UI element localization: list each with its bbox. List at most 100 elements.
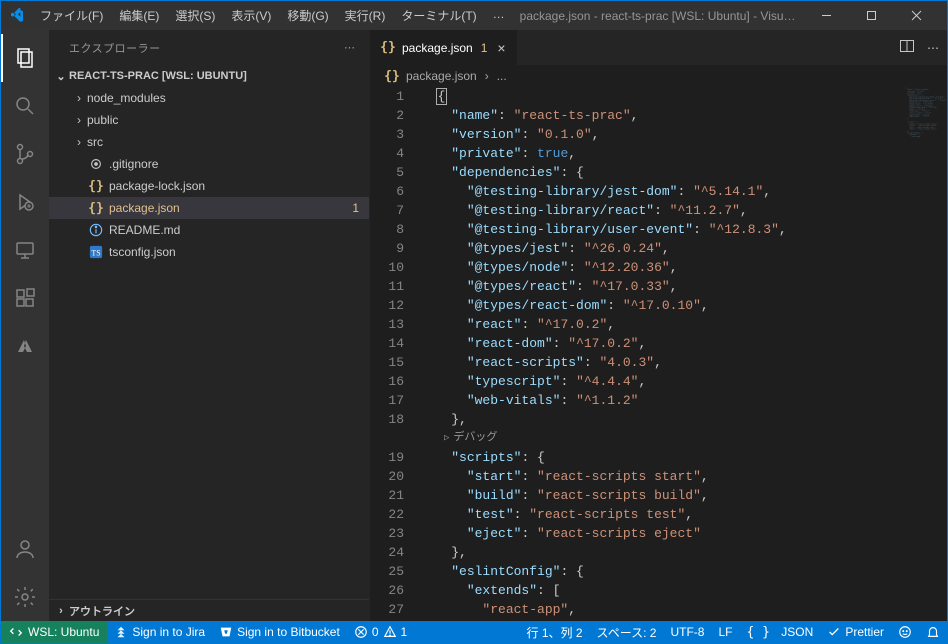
json-file-icon: {} [87, 179, 105, 194]
breadcrumb-item[interactable]: ... [497, 69, 507, 83]
file-item[interactable]: README.md [49, 219, 369, 241]
editor-tabs: {} package.json 1 × ⋯ [370, 30, 947, 65]
status-language[interactable]: { } JSON [739, 621, 820, 643]
menu-item[interactable]: ファイル(F) [33, 5, 110, 26]
minimize-button[interactable] [804, 1, 849, 30]
vscode-icon [9, 8, 25, 24]
file-item[interactable]: {} package-lock.json [49, 175, 369, 197]
file-item[interactable]: {} package.json1 [49, 197, 369, 219]
outline-label: アウトライン [69, 603, 135, 619]
titlebar: ファイル(F)編集(E)選択(S)表示(V)移動(G)実行(R)ターミナル(T)… [1, 1, 947, 30]
activitybar [1, 30, 49, 621]
tree-label: package-lock.json [109, 179, 369, 193]
close-button[interactable] [894, 1, 939, 30]
main: エクスプローラー ⋯ ⌄ REACT-TS-PRAC [WSL: UBUNTU]… [1, 30, 947, 621]
accounts-icon[interactable] [1, 525, 49, 573]
menu-item[interactable]: … [486, 5, 512, 26]
sidebar-title: エクスプローラー [69, 40, 161, 56]
explorer-view-icon[interactable] [1, 34, 49, 82]
tree-label: README.md [109, 223, 369, 237]
status-jira[interactable]: Sign in to Jira [107, 621, 212, 643]
status-errors: 0 [372, 625, 379, 639]
chevron-right-icon: › [71, 91, 87, 105]
status-indentation[interactable]: スペース: 2 [590, 621, 664, 643]
status-bitbucket-label: Sign in to Bitbucket [237, 625, 340, 639]
line-numbers: 123456789101112131415161718 192021222324… [370, 87, 420, 621]
status-bitbucket[interactable]: Sign in to Bitbucket [212, 621, 347, 643]
file-tree: ⌄ REACT-TS-PRAC [WSL: UBUNTU] ›node_modu… [49, 65, 369, 599]
menu-item[interactable]: 実行(R) [338, 5, 393, 26]
tree-label: tsconfig.json [109, 245, 369, 259]
tsconfig-icon: TS [87, 245, 105, 259]
status-prettier[interactable]: Prettier [820, 621, 891, 643]
status-remote-label: WSL: Ubuntu [28, 625, 99, 639]
split-editor-icon[interactable] [899, 38, 915, 57]
menu-item[interactable]: 移動(G) [280, 5, 335, 26]
extensions-view-icon[interactable] [1, 274, 49, 322]
modified-badge: 1 [352, 201, 369, 215]
menu-item[interactable]: ターミナル(T) [394, 5, 483, 26]
remote-explorer-icon[interactable] [1, 226, 49, 274]
code-editor[interactable]: 123456789101112131415161718 192021222324… [370, 87, 947, 621]
folder-item[interactable]: ›public [49, 109, 369, 131]
settings-gear-icon[interactable] [1, 573, 49, 621]
tree-label: src [87, 135, 369, 149]
atlassian-view-icon[interactable] [1, 322, 49, 370]
json-file-icon: {} [87, 201, 105, 216]
tab-badge: 1 [481, 41, 488, 55]
tree-label: package.json [109, 201, 352, 215]
sidebar-header: エクスプローラー ⋯ [49, 30, 369, 65]
folder-item[interactable]: ›src [49, 131, 369, 153]
status-cursor-position[interactable]: 行 1、列 2 [520, 621, 590, 643]
editor-more-icon[interactable]: ⋯ [927, 41, 939, 55]
statusbar: WSL: Ubuntu Sign in to Jira Sign in to B… [1, 621, 947, 643]
tree-label: .gitignore [109, 157, 369, 171]
json-file-icon: {} [384, 68, 400, 84]
sidebar-more-icon[interactable]: ⋯ [344, 41, 357, 54]
menu-item[interactable]: 表示(V) [224, 5, 278, 26]
editor-area: {} package.json 1 × ⋯ {} package.json ..… [369, 30, 947, 621]
maximize-button[interactable] [849, 1, 894, 30]
menu-item[interactable]: 編集(E) [112, 5, 166, 26]
file-item[interactable]: TS tsconfig.json [49, 241, 369, 263]
folder-item[interactable]: ›node_modules [49, 87, 369, 109]
tree-label: public [87, 113, 369, 127]
chevron-right-icon: › [71, 113, 87, 127]
status-remote[interactable]: WSL: Ubuntu [1, 621, 107, 643]
source-control-view-icon[interactable] [1, 130, 49, 178]
svg-text:TS: TS [91, 249, 100, 258]
run-view-icon[interactable] [1, 178, 49, 226]
chevron-right-icon: › [71, 135, 87, 149]
breadcrumb-separator [483, 69, 491, 83]
menu-item[interactable]: 選択(S) [168, 5, 222, 26]
status-jira-label: Sign in to Jira [132, 625, 205, 639]
gitignore-icon [87, 157, 105, 171]
file-item[interactable]: .gitignore [49, 153, 369, 175]
code-content[interactable]: { "name": "react-ts-prac", "version": "0… [420, 87, 947, 621]
tree-label: node_modules [87, 91, 369, 105]
project-root[interactable]: ⌄ REACT-TS-PRAC [WSL: UBUNTU] [49, 65, 369, 87]
project-root-label: REACT-TS-PRAC [WSL: UBUNTU] [69, 70, 247, 82]
breadcrumb-item[interactable]: package.json [406, 69, 477, 83]
tab-actions: ⋯ [899, 30, 947, 65]
search-view-icon[interactable] [1, 82, 49, 130]
tab-label: package.json [402, 41, 473, 55]
status-notifications-icon[interactable] [919, 621, 947, 643]
outline-section[interactable]: › アウトライン [49, 599, 369, 621]
sidebar: エクスプローラー ⋯ ⌄ REACT-TS-PRAC [WSL: UBUNTU]… [49, 30, 369, 621]
status-problems[interactable]: 0 1 [347, 621, 414, 643]
tab-close-icon[interactable]: × [497, 40, 505, 56]
editor-tab[interactable]: {} package.json 1 × [370, 30, 517, 65]
minimap[interactable]: { "name": "react-ts-prac", "version": "0… [887, 87, 947, 621]
status-feedback-icon[interactable] [891, 621, 919, 643]
window-title: package.json - react-ts-prac [WSL: Ubunt… [512, 9, 804, 23]
window-controls [804, 1, 939, 30]
menus: ファイル(F)編集(E)選択(S)表示(V)移動(G)実行(R)ターミナル(T)… [33, 5, 512, 26]
status-eol[interactable]: LF [711, 621, 739, 643]
info-icon [87, 223, 105, 237]
status-encoding[interactable]: UTF-8 [663, 621, 711, 643]
json-file-icon: {} [380, 40, 396, 56]
chevron-down-icon: ⌄ [53, 70, 69, 83]
breadcrumbs[interactable]: {} package.json ... [370, 65, 947, 87]
status-warnings: 1 [401, 625, 408, 639]
